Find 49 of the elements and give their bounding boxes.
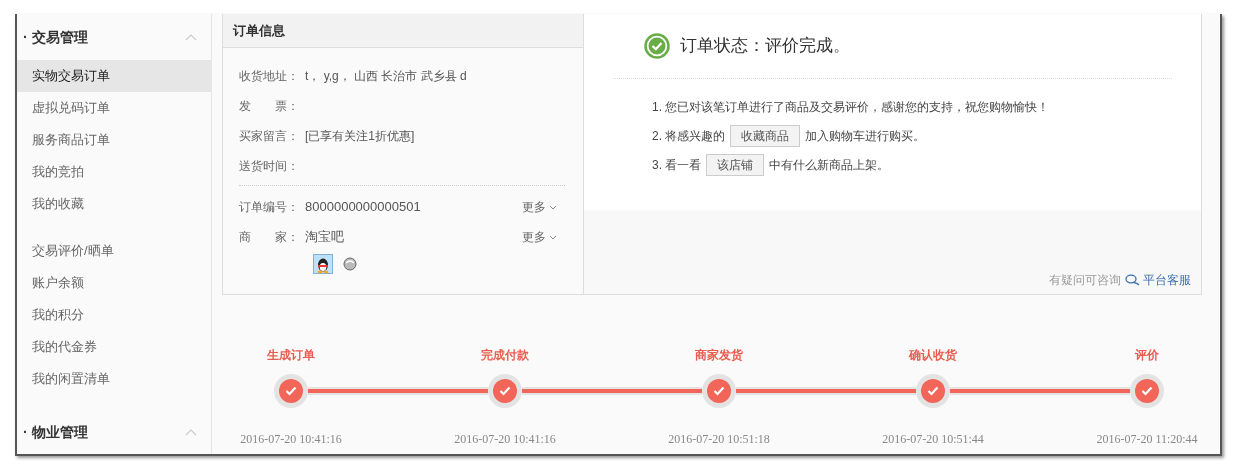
field-label: 商 家： <box>239 229 300 246</box>
field-label: 送货时间： <box>239 158 300 175</box>
sidebar-item[interactable]: 我的积分 <box>17 299 211 331</box>
field-value: [已享有关注1折优惠] <box>305 128 415 145</box>
field-value: 8000000000000501 <box>305 198 422 217</box>
field-value: t， y,g， 山西 长治市 武乡县 d <box>305 68 467 85</box>
field-label: 发 票： <box>239 98 300 115</box>
check-circle-icon <box>644 33 670 59</box>
step-label: 评价 <box>1135 347 1159 363</box>
step-label: 完成付款 <box>481 347 529 363</box>
step-time: 2016-07-20 10:51:18 <box>668 431 770 448</box>
action-button[interactable]: 该店铺 <box>706 154 765 176</box>
instruction-text: 中有什么新商品上架。 <box>769 157 890 174</box>
step-time: 2016-07-20 10:41:16 <box>454 431 556 448</box>
step-time: 2016-07-20 10:41:16 <box>240 431 342 448</box>
instruction-text: 加入购物车进行购买。 <box>805 128 926 145</box>
field-label: 收货地址： <box>239 68 300 85</box>
sidebar-item[interactable]: 我的收藏 <box>17 188 211 220</box>
action-button[interactable]: 收藏商品 <box>730 125 801 147</box>
help-text: 有疑问可咨询 <box>1049 272 1121 289</box>
step-label: 生成订单 <box>267 347 315 363</box>
more-link[interactable]: 更多 <box>522 228 557 246</box>
instruction-text: 1. 您已对该笔订单进行了商品及交易评价，感谢您的支持，祝您购物愉快！ <box>652 99 1050 116</box>
more-link[interactable]: 更多 <box>522 198 557 216</box>
sidebar-item[interactable]: 虚拟兑码订单 <box>17 92 211 124</box>
instruction-text: 2. 将感兴趣的 <box>652 128 726 145</box>
panel-header: 订单信息 <box>223 14 583 48</box>
penguin-icon[interactable] <box>313 254 333 274</box>
sidebar-item[interactable]: 服务商品订单 <box>17 124 211 156</box>
field-value: 淘宝吧 <box>305 228 345 247</box>
sidebar-item[interactable]: 我的闲置清单 <box>17 363 211 395</box>
chevron-down-icon <box>549 204 557 210</box>
step-time: 2016-07-20 10:51:44 <box>882 431 984 448</box>
customer-service-link[interactable]: 平台客服 <box>1125 271 1191 289</box>
step-label: 商家发货 <box>695 347 743 363</box>
sidebar-item[interactable]: 交易评价/晒单 <box>17 235 211 267</box>
field-label: 订单编号： <box>239 199 300 216</box>
sidebar-item[interactable]: 我的代金券 <box>17 331 211 363</box>
sidebar-item[interactable]: 我的竞拍 <box>17 156 211 188</box>
status-title: 订单状态：评价完成。 <box>680 35 850 58</box>
group-title: · 交易管理 <box>22 27 88 47</box>
step-time: 2016-07-20 11:20:44 <box>1096 431 1198 448</box>
chevron-down-icon <box>549 234 557 240</box>
group-title: · 物业管理 <box>22 422 88 442</box>
instruction-text: 3. 看一看 <box>652 157 702 174</box>
step-label: 确认收货 <box>909 347 957 363</box>
field-label: 买家留言： <box>239 128 300 145</box>
sidebar-item[interactable]: 实物交易订单 <box>17 60 211 92</box>
sidebar-item[interactable]: 账户余额 <box>17 267 211 299</box>
